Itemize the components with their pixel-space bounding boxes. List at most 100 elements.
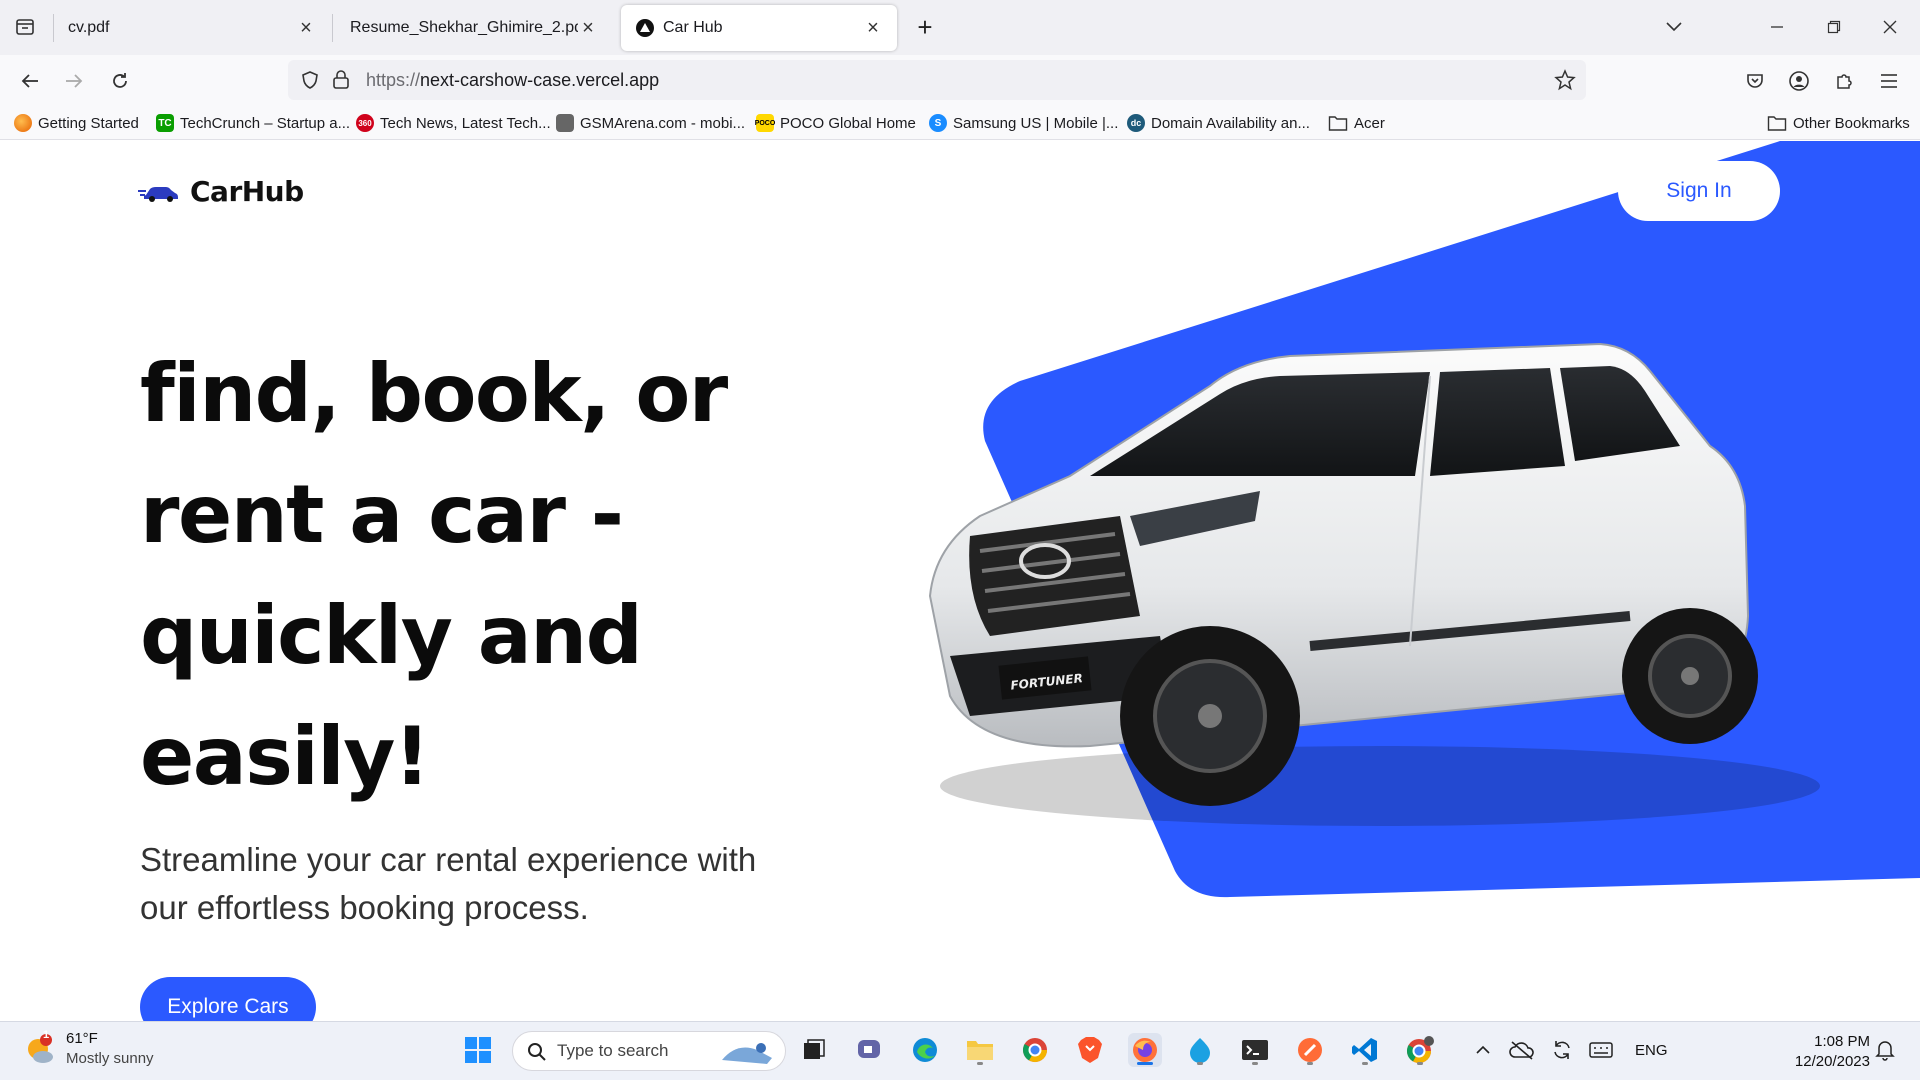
bookmark-tech-news[interactable]: 360 Tech News, Latest Tech...: [356, 112, 551, 134]
task-view-button[interactable]: [797, 1033, 831, 1067]
tab-title: Resume_Shekhar_Ghimire_2.pdf: [350, 19, 578, 36]
folder-icon: [1767, 116, 1787, 131]
carhub-logo[interactable]: CarHub: [138, 175, 304, 208]
logo-text: CarHub: [190, 175, 304, 208]
sun-cloud-icon: [28, 1034, 53, 1063]
vercel-favicon-icon: [636, 19, 654, 37]
bookmark-techcrunch[interactable]: TC TechCrunch – Startup a...: [156, 112, 350, 134]
minimize-button[interactable]: [1760, 10, 1794, 44]
close-icon: [1883, 20, 1897, 34]
cloud-offline-icon: [1509, 1041, 1534, 1060]
running-indicator: [1362, 1062, 1368, 1065]
bookmark-folder-other[interactable]: Other Bookmarks: [1767, 112, 1910, 134]
show-hidden-icons-button[interactable]: [1466, 1033, 1500, 1067]
tab-car-hub[interactable]: Car Hub ×: [621, 5, 897, 51]
running-indicator: [1252, 1062, 1258, 1065]
reload-icon: [113, 73, 127, 88]
running-indicator: [1197, 1062, 1203, 1065]
bookmark-getting-started[interactable]: Getting Started: [14, 112, 139, 134]
hamburger-menu-icon: [1881, 74, 1897, 88]
tab-title: cv.pdf: [68, 19, 110, 36]
clock-date: 12/20/2023: [1794, 1053, 1870, 1070]
tab-overflow-button[interactable]: [1657, 10, 1691, 44]
network-volume-battery[interactable]: [1680, 1033, 1714, 1067]
chrome-profile-button[interactable]: [1403, 1033, 1437, 1067]
reload-button[interactable]: [102, 63, 138, 99]
explore-cars-button[interactable]: Explore Cars: [140, 977, 316, 1021]
url-text[interactable]: https://next-carshow-case.vercel.app: [366, 70, 659, 91]
hero-subtitle: Streamline your car rental experience wi…: [140, 841, 757, 926]
brave-button[interactable]: [1073, 1033, 1107, 1067]
vscode-button[interactable]: [1348, 1033, 1382, 1067]
restore-button[interactable]: [1817, 10, 1851, 44]
firefox-button[interactable]: [1128, 1033, 1162, 1067]
notifications-button[interactable]: [1868, 1033, 1902, 1067]
shield-icon[interactable]: [300, 70, 320, 90]
clock-time: 1:08 PM: [1814, 1033, 1870, 1050]
file-explorer-button[interactable]: [963, 1033, 997, 1067]
star-icon[interactable]: [1554, 69, 1576, 91]
taskbar-clock[interactable]: 1:08 PM 12/20/2023: [1786, 1032, 1870, 1072]
chrome-button[interactable]: [1018, 1033, 1052, 1067]
sign-in-button[interactable]: Sign In: [1618, 161, 1780, 221]
new-tab-button[interactable]: +: [910, 12, 940, 42]
folder-icon: [1328, 116, 1348, 131]
search-icon: [528, 1043, 546, 1061]
sync-button[interactable]: [1545, 1033, 1579, 1067]
chat-icon: [858, 1040, 880, 1058]
bookmark-poco[interactable]: POCO POCO Global Home: [755, 112, 916, 134]
tab-cv-pdf[interactable]: cv.pdf ×: [54, 5, 330, 51]
bookmark-domain[interactable]: dc Domain Availability an...: [1127, 112, 1310, 134]
list-all-tabs-button[interactable]: [8, 10, 42, 44]
bookmark-label: POCO Global Home: [780, 114, 916, 132]
terminal-button[interactable]: [1238, 1033, 1272, 1067]
samsung-icon: S: [929, 114, 947, 132]
account-button[interactable]: [1781, 63, 1817, 99]
chevron-down-icon: [1666, 22, 1682, 32]
bookmark-folder-acer[interactable]: Acer: [1328, 112, 1385, 134]
input-language[interactable]: ENG: [1635, 1042, 1668, 1059]
weather-widget[interactable]: 1 61°F Mostly sunny: [24, 1029, 154, 1069]
vscode-icon: [1352, 1038, 1377, 1062]
taskbar-search[interactable]: Type to search: [512, 1031, 786, 1071]
menu-button[interactable]: [1871, 63, 1907, 99]
onedrive-button[interactable]: [1505, 1033, 1539, 1067]
terminal-icon: [1242, 1040, 1268, 1060]
bookmark-label: Getting Started: [38, 114, 139, 132]
lock-icon[interactable]: [332, 69, 350, 89]
domain-icon: dc: [1127, 114, 1145, 132]
extensions-button[interactable]: [1826, 63, 1862, 99]
brave-icon: [1078, 1037, 1102, 1063]
bookmark-gsmarena[interactable]: GSMArena.com - mobi...: [556, 112, 745, 134]
touch-keyboard-button[interactable]: [1584, 1033, 1618, 1067]
account-icon: [1789, 71, 1809, 91]
start-button[interactable]: [461, 1033, 495, 1067]
teams-chat-button[interactable]: [852, 1033, 886, 1067]
url-host: next-carshow-case.vercel.app: [420, 70, 660, 90]
poco-icon: POCO: [755, 114, 775, 132]
close-icon[interactable]: ×: [578, 17, 598, 39]
puzzle-icon: [1837, 74, 1852, 89]
tab-separator: [332, 14, 333, 42]
close-icon[interactable]: ×: [863, 17, 883, 39]
bookmark-samsung[interactable]: S Samsung US | Mobile |...: [929, 112, 1118, 134]
tab-resume-pdf[interactable]: Resume_Shekhar_Ghimire_2.pdf ×: [336, 5, 612, 51]
close-window-button[interactable]: [1873, 10, 1907, 44]
back-button[interactable]: [12, 63, 48, 99]
arrow-left-icon: [21, 74, 38, 88]
pocket-button[interactable]: [1737, 63, 1773, 99]
plus-icon: +: [917, 11, 933, 42]
close-icon[interactable]: ×: [296, 17, 316, 39]
postman-button[interactable]: [1293, 1033, 1327, 1067]
task-view-icon: [804, 1039, 825, 1059]
bookmark-label: GSMArena.com - mobi...: [580, 114, 746, 132]
bell-icon: [1875, 1041, 1895, 1061]
hero-headline: find, book, or rent a car - quickly and …: [140, 347, 728, 803]
forward-button[interactable]: [56, 63, 92, 99]
edge-button[interactable]: [908, 1033, 942, 1067]
app-button[interactable]: [1183, 1033, 1217, 1067]
windows-icon: [465, 1037, 491, 1063]
weather-desc: Mostly sunny: [66, 1050, 154, 1067]
url-bar[interactable]: https://next-carshow-case.vercel.app: [288, 60, 1586, 100]
chevron-up-icon: [1476, 1045, 1490, 1054]
